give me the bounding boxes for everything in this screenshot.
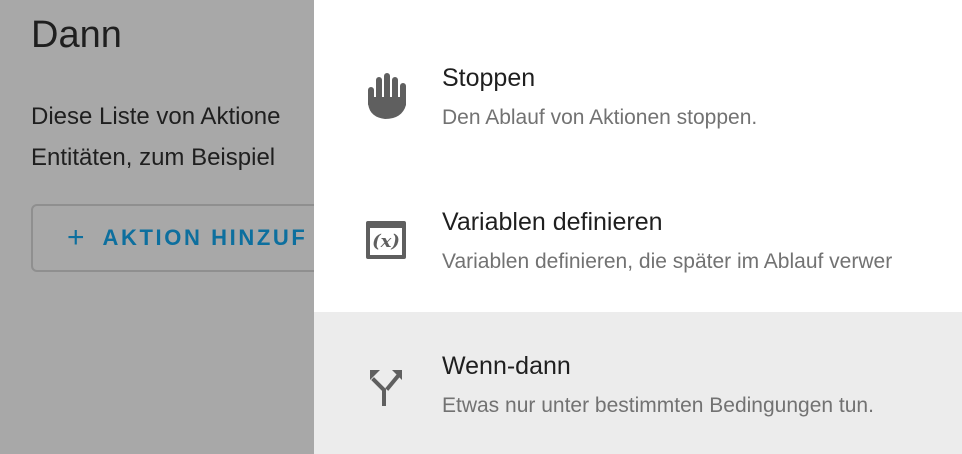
hand-stop-icon xyxy=(362,72,410,120)
call-split-icon xyxy=(362,362,410,410)
item-title: Stoppen xyxy=(442,64,536,92)
plus-icon: + xyxy=(67,221,85,254)
variable-icon: (x) xyxy=(362,216,410,264)
add-action-button-label: AKTION HINZUF xyxy=(102,225,308,250)
page-description-line-1: Diese Liste von Aktione xyxy=(31,103,281,130)
item-title: Wenn-dann xyxy=(442,352,571,380)
screen: Dann Diese Liste von Aktione Entitäten, … xyxy=(0,0,962,454)
page-description: Diese Liste von Aktione Entitäten, zum B… xyxy=(31,96,280,178)
item-title: Variablen definieren xyxy=(442,208,663,236)
item-subtitle: Den Ablauf von Aktionen stoppen. xyxy=(442,106,758,129)
list-item-if-then[interactable]: Wenn-dann Etwas nur unter bestimmten Bed… xyxy=(314,312,962,454)
list-item-variables[interactable]: (x) Variablen definieren Variablen defin… xyxy=(314,170,962,312)
list-item-stop[interactable]: Stoppen Den Ablauf von Aktionen stoppen. xyxy=(314,26,962,168)
variable-icon-glyph: (x) xyxy=(366,221,406,259)
item-subtitle: Variablen definieren, die später im Abla… xyxy=(442,250,893,273)
page-description-line-2: Entitäten, zum Beispiel xyxy=(31,144,276,171)
page-title: Dann xyxy=(31,14,122,56)
action-picker-dialog: Stoppen Den Ablauf von Aktionen stoppen.… xyxy=(314,0,962,454)
item-subtitle: Etwas nur unter bestimmten Bedingungen t… xyxy=(442,394,874,417)
